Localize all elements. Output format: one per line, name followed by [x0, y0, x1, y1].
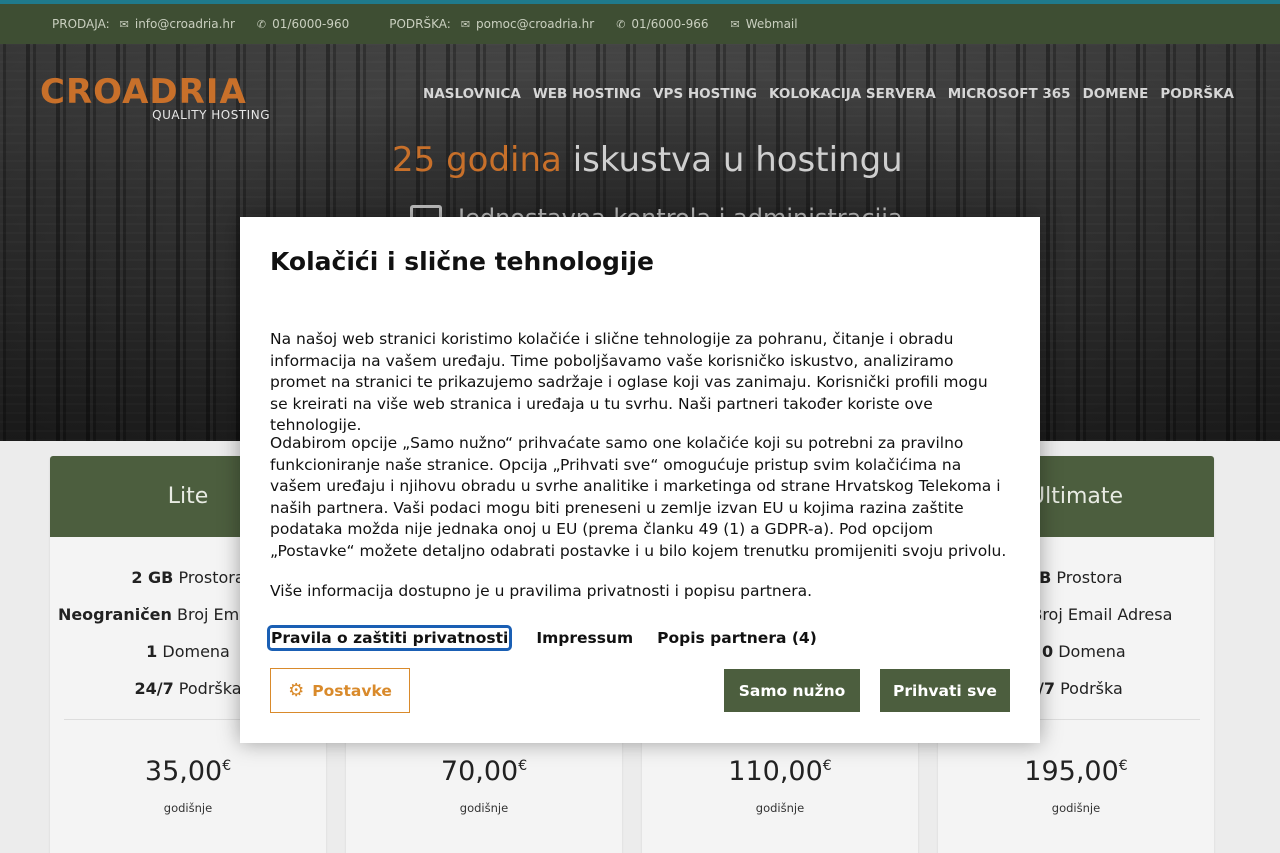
- support-phone-link[interactable]: ✆ 01/6000-966: [616, 17, 708, 31]
- gear-icon: ⚙: [288, 680, 305, 701]
- plan-price: 70,00€: [440, 756, 528, 787]
- privacy-policy-link[interactable]: Pravila o zaštiti privatnosti: [267, 625, 513, 651]
- webmail-link[interactable]: ✉ Webmail: [731, 17, 798, 31]
- cookie-consent-dialog: Kolačići i slične tehnologije Na našoj w…: [240, 217, 1040, 743]
- sales-phone-link[interactable]: ✆ 01/6000-960: [257, 17, 349, 31]
- support-group: PODRŠKA: ✉ pomoc@croadria.hr ✆ 01/6000-966…: [389, 17, 819, 31]
- envelope-icon: ✉: [460, 17, 471, 31]
- envelope-outline-icon: ✉: [730, 17, 740, 31]
- contact-bar: PRODAJA: ✉ info@croadria.hr ✆ 01/6000-960 …: [0, 4, 1280, 44]
- support-label: PODRŠKA:: [389, 17, 451, 31]
- dialog-paragraph-1: Na našoj web stranici koristimo kolačiće…: [270, 330, 988, 434]
- headline-highlight: 25 godina: [392, 140, 562, 180]
- logo-wordmark: CROADRIA: [40, 72, 247, 112]
- plan-price: 35,00€: [144, 756, 232, 787]
- sales-label: PRODAJA:: [52, 17, 110, 31]
- hero-headline: 25 godina iskustva u hostingu: [392, 140, 903, 180]
- nav-item-domene[interactable]: DOMENE: [1083, 86, 1149, 102]
- partners-list-link[interactable]: Popis partnera (4): [657, 629, 817, 647]
- nav-item-microsoft-365[interactable]: MICROSOFT 365: [948, 86, 1071, 102]
- nav-item-vps-hosting[interactable]: VPS HOSTING: [653, 86, 757, 102]
- sales-phone-text: 01/6000-960: [272, 17, 350, 31]
- plan-period: godišnje: [1051, 801, 1101, 815]
- logo-tagline: QUALITY HOSTING: [152, 108, 270, 122]
- webmail-text: Webmail: [745, 17, 798, 31]
- dialog-title: Kolačići i slične tehnologije: [270, 247, 655, 276]
- dialog-links: Pravila o zaštiti privatnosti Impressum …: [267, 625, 841, 651]
- phone-icon: ✆: [616, 17, 626, 31]
- necessary-only-button[interactable]: Samo nužno: [724, 669, 860, 712]
- dialog-paragraph-2: Odabirom opcije „Samo nužno“ prihvaćate …: [270, 434, 1007, 560]
- accept-all-button[interactable]: Prihvati sve: [880, 669, 1010, 712]
- plan-period: godišnje: [755, 801, 805, 815]
- dialog-paragraph-3: Više informacija dostupno je u pravilima…: [270, 582, 813, 600]
- nav-item-naslovnica[interactable]: NASLOVNICA: [423, 86, 521, 102]
- envelope-icon: ✉: [119, 17, 129, 31]
- main-nav: NASLOVNICA WEB HOSTING VPS HOSTING KOLOK…: [411, 86, 1234, 102]
- plan-price: 110,00€: [728, 756, 832, 787]
- impressum-link[interactable]: Impressum: [536, 629, 633, 647]
- support-email-link[interactable]: ✉ pomoc@croadria.hr: [461, 17, 594, 31]
- phone-icon: ✆: [256, 17, 267, 31]
- sales-email-link[interactable]: ✉ info@croadria.hr: [120, 17, 235, 31]
- croadria-logo[interactable]: CROADRIA QUALITY HOSTING: [40, 74, 280, 126]
- plan-price: 195,00€: [1024, 756, 1128, 787]
- settings-label: Postavke: [312, 681, 392, 700]
- headline-rest: iskustva u hostingu: [572, 140, 903, 180]
- sales-email-text: info@croadria.hr: [134, 17, 235, 31]
- nav-item-podrska[interactable]: PODRŠKA: [1160, 86, 1234, 102]
- settings-button[interactable]: ⚙ Postavke: [270, 668, 410, 713]
- support-email-text: pomoc@croadria.hr: [476, 17, 595, 31]
- support-phone-text: 01/6000-966: [631, 17, 709, 31]
- plan-period: godišnje: [163, 801, 213, 815]
- nav-item-web-hosting[interactable]: WEB HOSTING: [533, 86, 641, 102]
- plan-period: godišnje: [459, 801, 509, 815]
- nav-item-kolokacija[interactable]: KOLOKACIJA SERVERA: [769, 86, 936, 102]
- sales-group: PRODAJA: ✉ info@croadria.hr ✆ 01/6000-960: [52, 17, 371, 31]
